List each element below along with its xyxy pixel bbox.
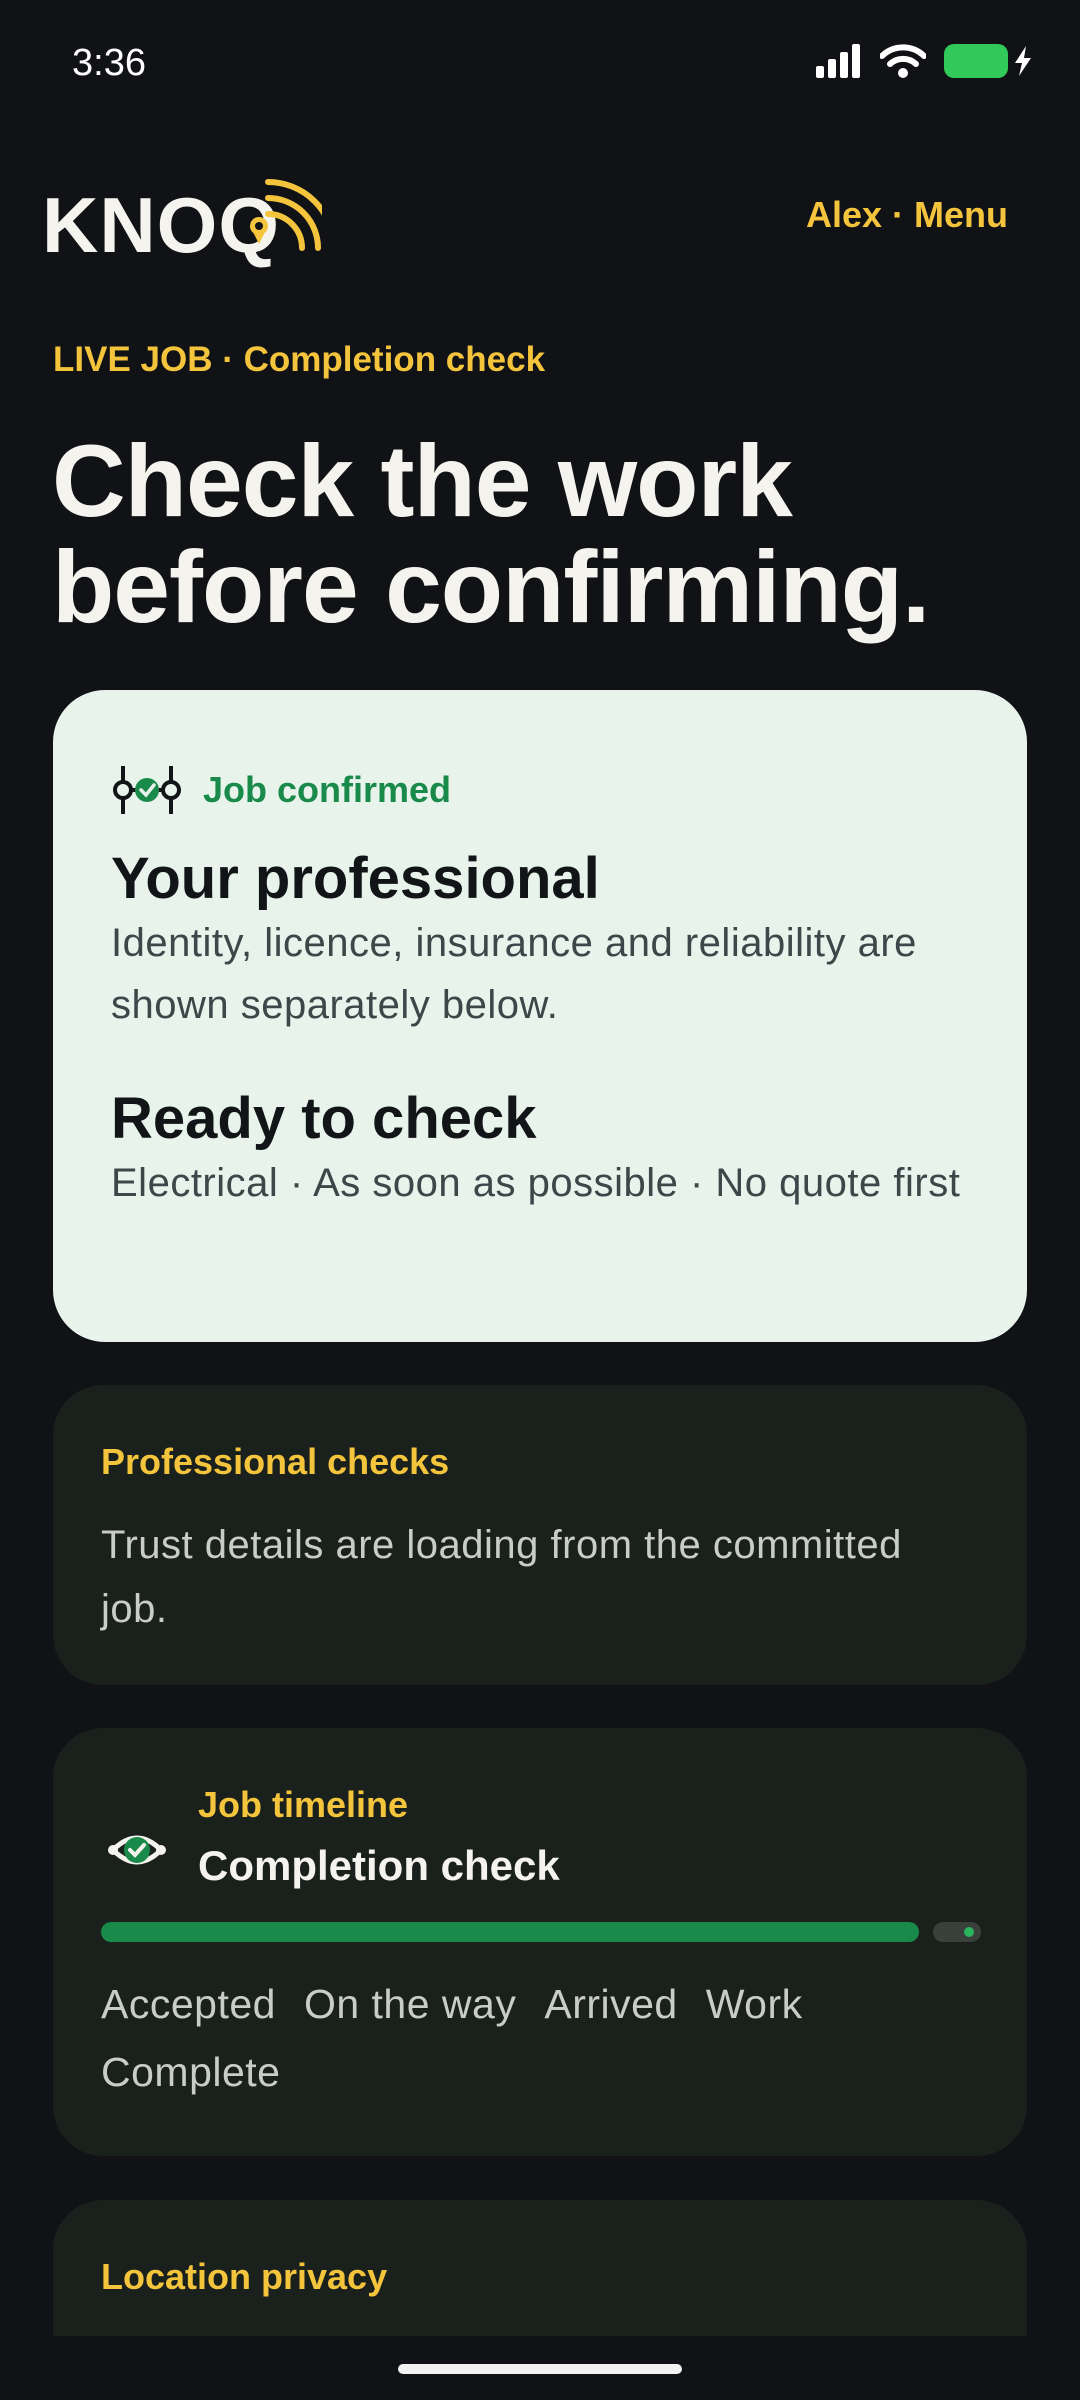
professional-description: Identity, licence, insurance and reliabi… [111,921,917,1027]
home-indicator[interactable] [398,2364,682,2374]
status-time: 3:36 [72,42,146,84]
knoq-logo[interactable]: KNOQ [42,160,322,270]
svg-text:KNOQ: KNOQ [42,181,280,269]
job-confirmed-icon [113,766,181,814]
timeline-step-accepted: Accepted [101,1981,276,2027]
professional-checks-text: Trust details are loading from the commi… [101,1523,902,1631]
professional-checks-card: Professional checks Trust details are lo… [53,1385,1027,1685]
job-summary-card: Job confirmed Your professional Identity… [53,690,1027,1342]
screen: 3:36 KNOQ Alex · Menu LIVE JOB · Complet… [0,0,1080,2400]
timeline-progress-marker [964,1927,974,1937]
signal-icon [816,44,860,78]
timeline-current-step: Completion check [198,1842,560,1889]
timeline-step-complete: Complete [101,2049,281,2095]
job-status-label: Job confirmed [203,769,452,810]
ready-heading: Ready to check [111,1086,537,1151]
timeline-progress-fill [101,1922,919,1942]
status-bar: 3:36 [0,0,1080,130]
timeline-steps: Accepted On the way Arrived Work Complet… [101,1970,961,2106]
status-icons [816,44,1031,78]
page-title-line-2: before confirming. [52,530,930,644]
wifi-icon [880,44,926,78]
timeline-step-arrived: Arrived [544,1981,678,2027]
professional-heading: Your professional [111,846,600,911]
professional-checks-label: Professional checks [101,1441,450,1482]
location-privacy-label: Location privacy [101,2256,388,2297]
job-status-row: Job confirmed [111,760,969,820]
page-title-line-1: Check the work [52,424,793,538]
job-details: Electrical · As soon as possible · No qu… [111,1161,961,1205]
job-timeline-card: Job timeline Completion check Accepted O… [53,1728,1027,2156]
timeline-step-work: Work [705,1981,803,2027]
page-eyebrow: LIVE JOB · Completion check [53,340,546,379]
account-menu-button[interactable]: Alex · Menu [806,194,1008,236]
timeline-header: Job timeline Completion check [101,1784,979,1904]
charging-bolt-icon [1015,46,1031,76]
timeline-label: Job timeline [198,1784,409,1825]
timeline-step-on-the-way: On the way [303,1981,517,2027]
page-title: Check the work before confirming. [52,428,1032,640]
app-header: KNOQ Alex · Menu [42,160,1008,270]
timeline-progress [101,1922,981,1942]
timeline-check-icon [108,1835,166,1865]
battery-charging-icon [944,44,1031,78]
